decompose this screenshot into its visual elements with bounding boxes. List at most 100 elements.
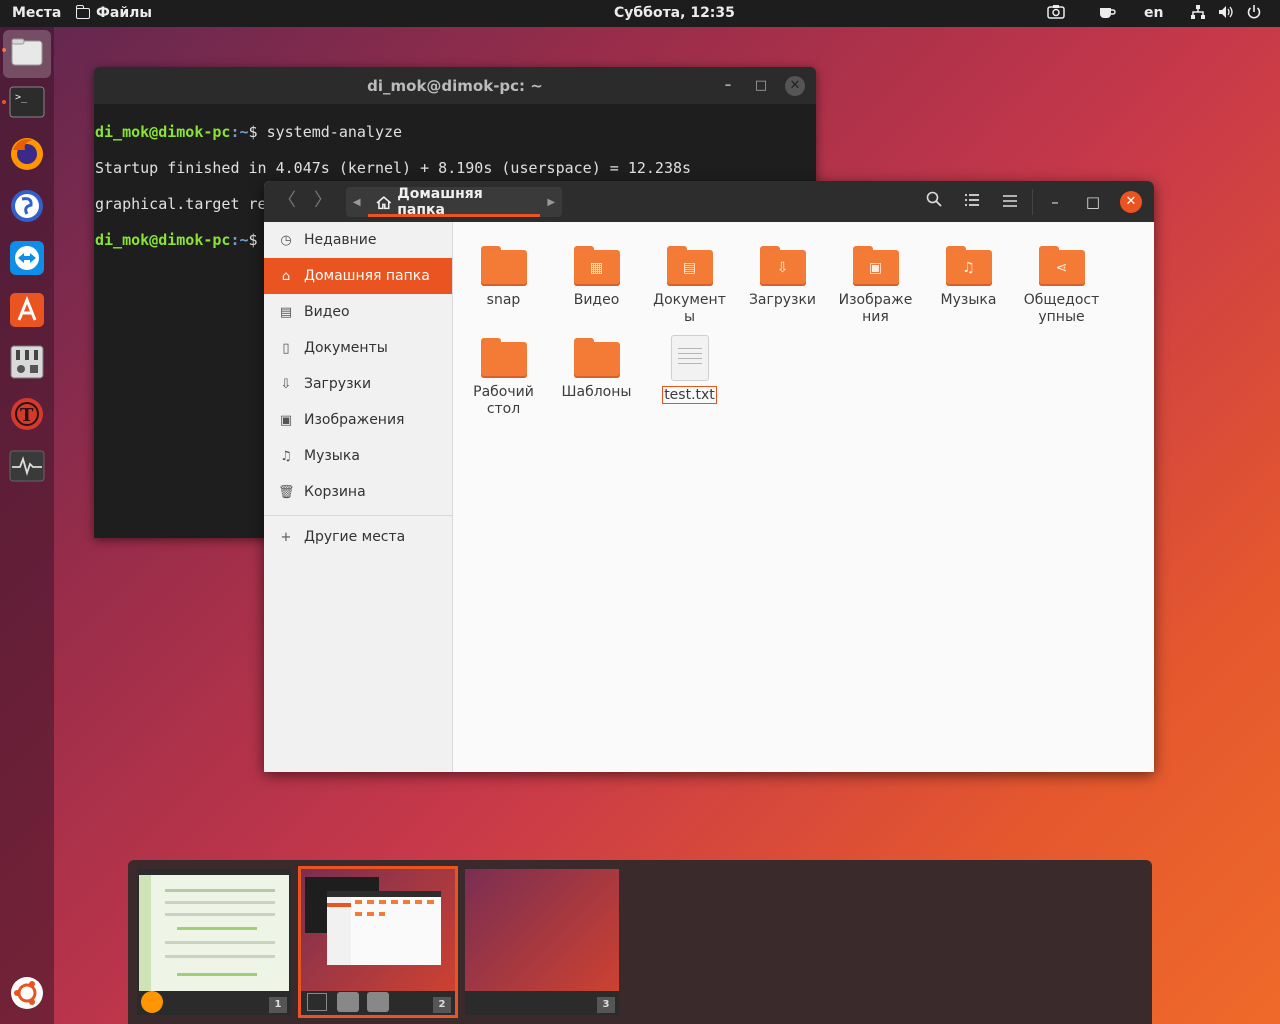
prompt-path: :~: [230, 123, 249, 141]
maximize-button[interactable]: □: [751, 76, 771, 96]
forward-button[interactable]: 〉: [308, 189, 338, 215]
workspace-switcher: 1 2 3: [128, 860, 1152, 1024]
folder-item[interactable]: Шаблоны: [550, 338, 643, 401]
terminal-icon: >_: [9, 86, 45, 122]
folder-icon: [480, 338, 527, 378]
folder-item[interactable]: ▦ Видео: [550, 246, 643, 309]
volume-icon[interactable]: [1218, 4, 1234, 24]
keyboard-layout[interactable]: en: [1144, 5, 1163, 21]
sidebar-item-other-places[interactable]: + Другие места: [264, 519, 452, 555]
list-view-icon[interactable]: [961, 191, 983, 213]
files-window[interactable]: 〈 〉 ◀ Домашняя папка ▶ – □ ✕ ◷ Недавние: [264, 181, 1154, 772]
close-button[interactable]: ✕: [1120, 191, 1142, 213]
workspace-thumbnail-active[interactable]: 2: [298, 866, 458, 1018]
downloads-folder-icon: ⇩: [759, 246, 806, 286]
folder-item[interactable]: ⇩ Загрузки: [736, 246, 829, 309]
workspace-number: 2: [433, 997, 451, 1013]
folder-item[interactable]: Рабочий стол: [457, 338, 550, 418]
text-file-icon: [670, 335, 709, 381]
file-label: test.txt: [662, 386, 717, 404]
hamburger-menu-icon[interactable]: [999, 191, 1021, 213]
file-label: Видео: [573, 292, 620, 308]
dock-mixer[interactable]: [7, 344, 47, 384]
folder-item[interactable]: ▣ Изображе ния: [829, 246, 922, 326]
caffeine-icon[interactable]: [1098, 4, 1116, 24]
minimize-button[interactable]: –: [718, 76, 738, 96]
sidebar-item-downloads[interactable]: ⇩ Загрузки: [264, 366, 452, 402]
path-right-arrow[interactable]: ▶: [540, 197, 562, 208]
file-label: Шаблоны: [561, 384, 632, 400]
folder-item[interactable]: ♫ Музыка: [922, 246, 1015, 309]
home-icon: ⌂: [281, 268, 291, 284]
folder-item[interactable]: ▤ Документ ы: [643, 246, 736, 326]
terminal-line: Startup finished in 4.047s (kernel) + 8.…: [95, 159, 692, 177]
files-icon: [337, 992, 359, 1012]
file-label: snap: [486, 292, 521, 308]
folder-item[interactable]: ⋖ Общедост упные: [1015, 246, 1108, 326]
system-monitor-icon: [9, 450, 45, 486]
folder-item[interactable]: snap: [457, 246, 550, 309]
video-folder-icon: ▦: [573, 246, 620, 286]
plus-icon: +: [280, 529, 292, 545]
dock-show-apps[interactable]: [7, 975, 47, 1015]
sidebar-separator: [264, 515, 452, 516]
file-label: Музыка: [940, 292, 997, 308]
path-left-arrow[interactable]: ◀: [346, 197, 368, 208]
dock-app[interactable]: T: [7, 396, 47, 436]
file-view[interactable]: snap ▦ Видео ▤ Документ ы ⇩ Загрузки ▣ Из…: [454, 222, 1154, 772]
workspace-thumbnail[interactable]: 3: [465, 869, 619, 1015]
sidebar-item-trash[interactable]: 🗑 Корзина: [264, 474, 452, 510]
header-separator: [1032, 189, 1033, 215]
files-headerbar[interactable]: 〈 〉 ◀ Домашняя папка ▶ – □ ✕: [264, 181, 1154, 222]
clock[interactable]: Суббота, 12:35: [614, 5, 735, 21]
power-icon[interactable]: [1246, 4, 1262, 24]
file-item[interactable]: test.txt: [643, 335, 736, 404]
download-icon: ⇩: [280, 376, 292, 392]
workspace-thumbnail[interactable]: 1: [137, 869, 291, 1015]
document-icon: ▯: [282, 340, 290, 356]
ubuntu-show-apps-icon: [9, 975, 45, 1015]
sidebar-item-label: Изображения: [304, 412, 405, 428]
close-button[interactable]: ✕: [785, 76, 805, 96]
dock-teamviewer[interactable]: [7, 240, 47, 280]
music-icon: ♫: [280, 448, 292, 464]
pictures-folder-icon: ▣: [852, 246, 899, 286]
app-menu-files[interactable]: Файлы: [75, 4, 152, 21]
sidebar-item-pictures[interactable]: ▣ Изображения: [264, 402, 452, 438]
screenshot-icon[interactable]: [1047, 4, 1065, 24]
sidebar-item-documents[interactable]: ▯ Документы: [264, 330, 452, 366]
top-panel: Места Файлы Суббота, 12:35 en: [0, 0, 1280, 27]
path-crumb-home[interactable]: Домашняя папка: [367, 186, 541, 218]
minimize-button[interactable]: –: [1044, 191, 1066, 213]
sidebar-item-home[interactable]: ⌂ Домашняя папка: [264, 258, 452, 294]
sidebar-item-music[interactable]: ♫ Музыка: [264, 438, 452, 474]
dock-software[interactable]: [7, 292, 47, 332]
sidebar-item-video[interactable]: ▤ Видео: [264, 294, 452, 330]
search-icon[interactable]: [923, 191, 945, 213]
file-label: Общедост упные: [1023, 292, 1100, 325]
dock-files[interactable]: [3, 30, 51, 78]
terminal-titlebar[interactable]: di_mok@dimok-pc: ~ – □ ✕: [94, 67, 816, 104]
home-icon: [376, 195, 391, 209]
prompt-user: di_mok@dimok-pc: [95, 123, 231, 141]
dock-simplenote[interactable]: [7, 188, 47, 228]
terminal-line: di_mok@dimok-pc:~$ systemd-analyze: [95, 123, 815, 141]
sidebar-item-label: Недавние: [304, 232, 377, 248]
clock-icon: ◷: [280, 232, 292, 248]
back-button[interactable]: 〈: [272, 189, 302, 215]
dock-firefox[interactable]: [7, 136, 47, 176]
places-menu[interactable]: Места: [12, 5, 61, 21]
dock-system-monitor[interactable]: [7, 448, 47, 488]
prompt-path: :~: [230, 231, 249, 249]
network-icon[interactable]: [1190, 4, 1206, 24]
firefox-icon: [141, 991, 163, 1013]
maximize-button[interactable]: □: [1082, 191, 1104, 213]
sidebar-item-recent[interactable]: ◷ Недавние: [264, 222, 452, 258]
folder-icon: [573, 338, 620, 378]
dock-terminal[interactable]: >_: [7, 84, 47, 124]
terminal-command: systemd-analyze: [266, 123, 403, 141]
prompt-user: di_mok@dimok-pc: [95, 231, 231, 249]
svg-text:T: T: [20, 405, 34, 426]
dock: >_ T: [0, 27, 54, 1024]
terminal-title: di_mok@dimok-pc: ~: [367, 76, 543, 95]
